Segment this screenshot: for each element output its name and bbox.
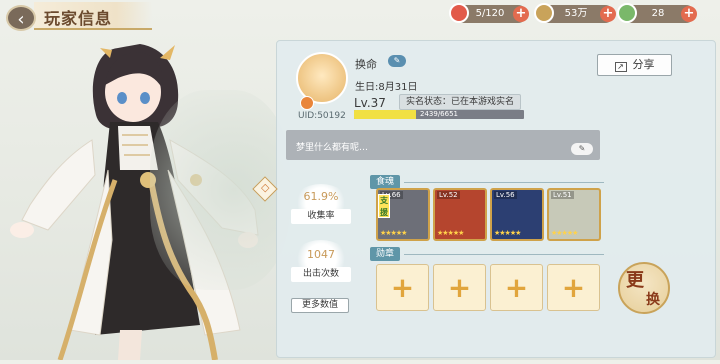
collection-rate-value: 61.9% [303, 190, 339, 203]
sortie-count-label: 出击次数 [291, 267, 351, 282]
realname-status: 实名状态：已在本游戏实名 [399, 94, 522, 110]
collection-rate-label: 收集率 [291, 209, 351, 224]
stamina-resource: 5/120 + [449, 3, 529, 23]
share-button[interactable]: ↗ 分享 [597, 54, 672, 76]
share-label: 分享 [632, 58, 655, 71]
player-birthday: 生日:8月31日 [355, 82, 418, 93]
card-level: Lv.51 [551, 191, 574, 199]
stamina-value: 5/120 [475, 8, 505, 19]
gold-resource: 53万 + [534, 3, 616, 23]
diamond-glyph: ◇ [261, 181, 270, 194]
medal-slot[interactable]: + [547, 264, 600, 311]
stamina-icon [449, 3, 469, 23]
section-divider [404, 182, 604, 183]
back-button[interactable]: ‹ [6, 5, 36, 31]
add-stamina-button[interactable]: + [513, 6, 529, 22]
star-rating-icon: ★★★★★ [380, 229, 407, 237]
page-title: 玩家信息 [44, 9, 113, 28]
chevron-left-icon: ‹ [17, 9, 25, 30]
sortie-count-value: 1047 [307, 248, 335, 261]
medals-section-title: 勋章 [370, 247, 401, 261]
gems-resource: 28 + [617, 3, 697, 23]
change-button-label-2: 换 [646, 292, 660, 308]
plus-icon: + [447, 271, 472, 304]
medal-slot[interactable]: + [490, 264, 543, 311]
player-level: Lv.37 [354, 96, 386, 110]
card-level: Lv.56 [494, 191, 517, 199]
add-gold-button[interactable]: + [600, 6, 616, 22]
signature-text: 梦里什么都有呢… [296, 143, 369, 153]
change-button-label-1: 更 [626, 270, 644, 291]
food-soul-card[interactable]: Lv.52 ★★★★★ [433, 188, 487, 241]
food-soul-card[interactable]: Lv.51 ★★★★★ [547, 188, 601, 241]
plus-icon: + [390, 271, 415, 304]
section-divider [404, 254, 604, 255]
star-rating-icon: ★★★★★ [551, 229, 578, 237]
player-uid: UID:50192 [298, 111, 346, 121]
gem-icon [617, 3, 637, 23]
plus-icon: + [561, 271, 586, 304]
edit-signature-icon[interactable]: ✎ [571, 143, 593, 155]
add-gems-button[interactable]: + [681, 6, 697, 22]
card-level: Lv.52 [437, 191, 460, 199]
support-tag: 支援 [378, 194, 390, 218]
more-stats-button[interactable]: 更多数值 [291, 298, 349, 313]
gold-icon [534, 3, 554, 23]
avatar-badge-icon [300, 96, 314, 110]
medal-slot[interactable]: + [376, 264, 429, 311]
edit-nickname-icon[interactable]: ✎ [388, 55, 406, 67]
exp-text: 2439/6651 [420, 110, 458, 118]
star-rating-icon: ★★★★★ [437, 229, 464, 237]
gold-value: 53万 [564, 8, 588, 19]
star-rating-icon: ★★★★★ [494, 229, 521, 237]
medal-slot[interactable]: + [433, 264, 486, 311]
food-souls-section-title: 食魂 [370, 175, 401, 189]
player-nickname: 换命 [355, 58, 377, 71]
food-soul-card[interactable]: Lv.56 ★★★★★ [490, 188, 544, 241]
share-icon: ↗ [614, 62, 627, 72]
plus-icon: + [504, 271, 529, 304]
gems-value: 28 [651, 8, 665, 19]
character-illustration [0, 30, 290, 361]
